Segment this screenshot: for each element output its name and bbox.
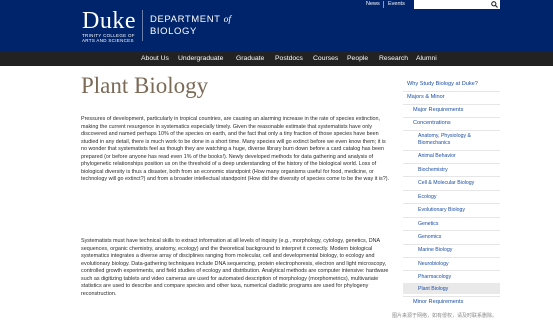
logo-subtitle: TRINITY COLLEGE OF ARTS AND SCIENCES xyxy=(82,33,135,43)
sidebar-divider xyxy=(403,130,500,131)
nav-alumni[interactable]: Alumni xyxy=(416,54,437,64)
sidebar-divider xyxy=(403,163,500,164)
sidebar-divider xyxy=(403,244,500,245)
sidebar-item-anatomy[interactable]: Anatomy, Physiology & Biomechanics xyxy=(418,133,496,146)
search-icon xyxy=(490,1,498,8)
sidebar-divider xyxy=(403,150,500,151)
logo-divider xyxy=(142,10,143,41)
nav-undergraduate[interactable]: Undergraduate xyxy=(178,54,223,64)
sidebar-divider xyxy=(403,91,500,92)
search-button[interactable] xyxy=(488,0,500,9)
page-title: Plant Biology xyxy=(81,73,209,98)
body-paragraph-1: Pressures of development, particularly i… xyxy=(81,116,390,182)
sidebar-item-ecology[interactable]: Ecology xyxy=(418,194,436,201)
sidebar-item-plant-biology[interactable]: Plant Biology xyxy=(418,286,448,293)
sidebar-divider xyxy=(403,270,500,271)
site-header: Duke TRINITY COLLEGE OF ARTS AND SCIENCE… xyxy=(0,0,553,52)
util-link-events[interactable]: Events xyxy=(388,1,405,8)
main-nav: About Us Undergraduate Graduate Postdocs… xyxy=(0,52,553,66)
sidebar-item-genomics[interactable]: Genomics xyxy=(418,234,441,241)
sidebar-divider xyxy=(403,296,500,297)
watermark-text: 图片来源于网络，如有侵权，请及时联系删除。 xyxy=(392,313,498,319)
department-name[interactable]: DEPARTMENT of BIOLOGY xyxy=(150,14,231,37)
sidebar-item-animal-behavior[interactable]: Animal Behavior xyxy=(418,153,456,160)
sidebar-divider xyxy=(403,203,500,204)
nav-courses[interactable]: Courses xyxy=(313,54,338,64)
nav-research[interactable]: Research xyxy=(379,54,408,64)
sidebar-divider xyxy=(403,117,500,118)
sidebar-item-cell-molecular[interactable]: Cell & Molecular Biology xyxy=(418,180,474,187)
sidebar-item-major-requirements[interactable]: Major Requirements xyxy=(413,107,463,114)
nav-about-us[interactable]: About Us xyxy=(141,54,169,64)
nav-people[interactable]: People xyxy=(347,54,368,64)
sidebar-divider xyxy=(403,217,500,218)
sidebar-item-biochemistry[interactable]: Biochemistry xyxy=(418,167,448,174)
sidebar-divider xyxy=(403,104,500,105)
sidebar-divider xyxy=(403,176,500,177)
sidebar-divider xyxy=(403,230,500,231)
sidebar-divider xyxy=(403,257,500,258)
sidebar-item-genetics[interactable]: Genetics xyxy=(418,221,438,228)
dept-line2: BIOLOGY xyxy=(150,26,197,37)
body-paragraph-2: Systematists must have technical skills … xyxy=(81,238,389,297)
sidebar-divider xyxy=(403,190,500,191)
sidebar-item-concentrations[interactable]: Concentrations xyxy=(413,120,451,127)
logo-wordmark: Duke xyxy=(82,8,136,34)
sidebar-item-minor-requirements[interactable]: Minor Requirements xyxy=(413,299,463,306)
sidebar-item-pharmacology[interactable]: Pharmacology xyxy=(418,274,451,281)
util-link-news[interactable]: News xyxy=(366,1,380,8)
sidebar-item-why-study[interactable]: Why Study Biology at Duke? xyxy=(407,81,478,88)
duke-logo[interactable]: Duke TRINITY COLLEGE OF ARTS AND SCIENCE… xyxy=(82,8,142,43)
sidebar-item-evolutionary-biology[interactable]: Evolutionary Biology xyxy=(418,207,465,214)
sidebar-item-neurobiology[interactable]: Neurobiology xyxy=(418,261,449,268)
sidebar-item-marine-biology[interactable]: Marine Biology xyxy=(418,247,452,254)
dept-of: of xyxy=(223,15,232,25)
util-divider xyxy=(383,1,384,8)
nav-graduate[interactable]: Graduate xyxy=(236,54,264,64)
nav-postdocs[interactable]: Postdocs xyxy=(275,54,303,64)
dept-line1: DEPARTMENT xyxy=(150,14,221,25)
sidebar-item-majors-minor[interactable]: Majors & Minor xyxy=(407,94,445,101)
